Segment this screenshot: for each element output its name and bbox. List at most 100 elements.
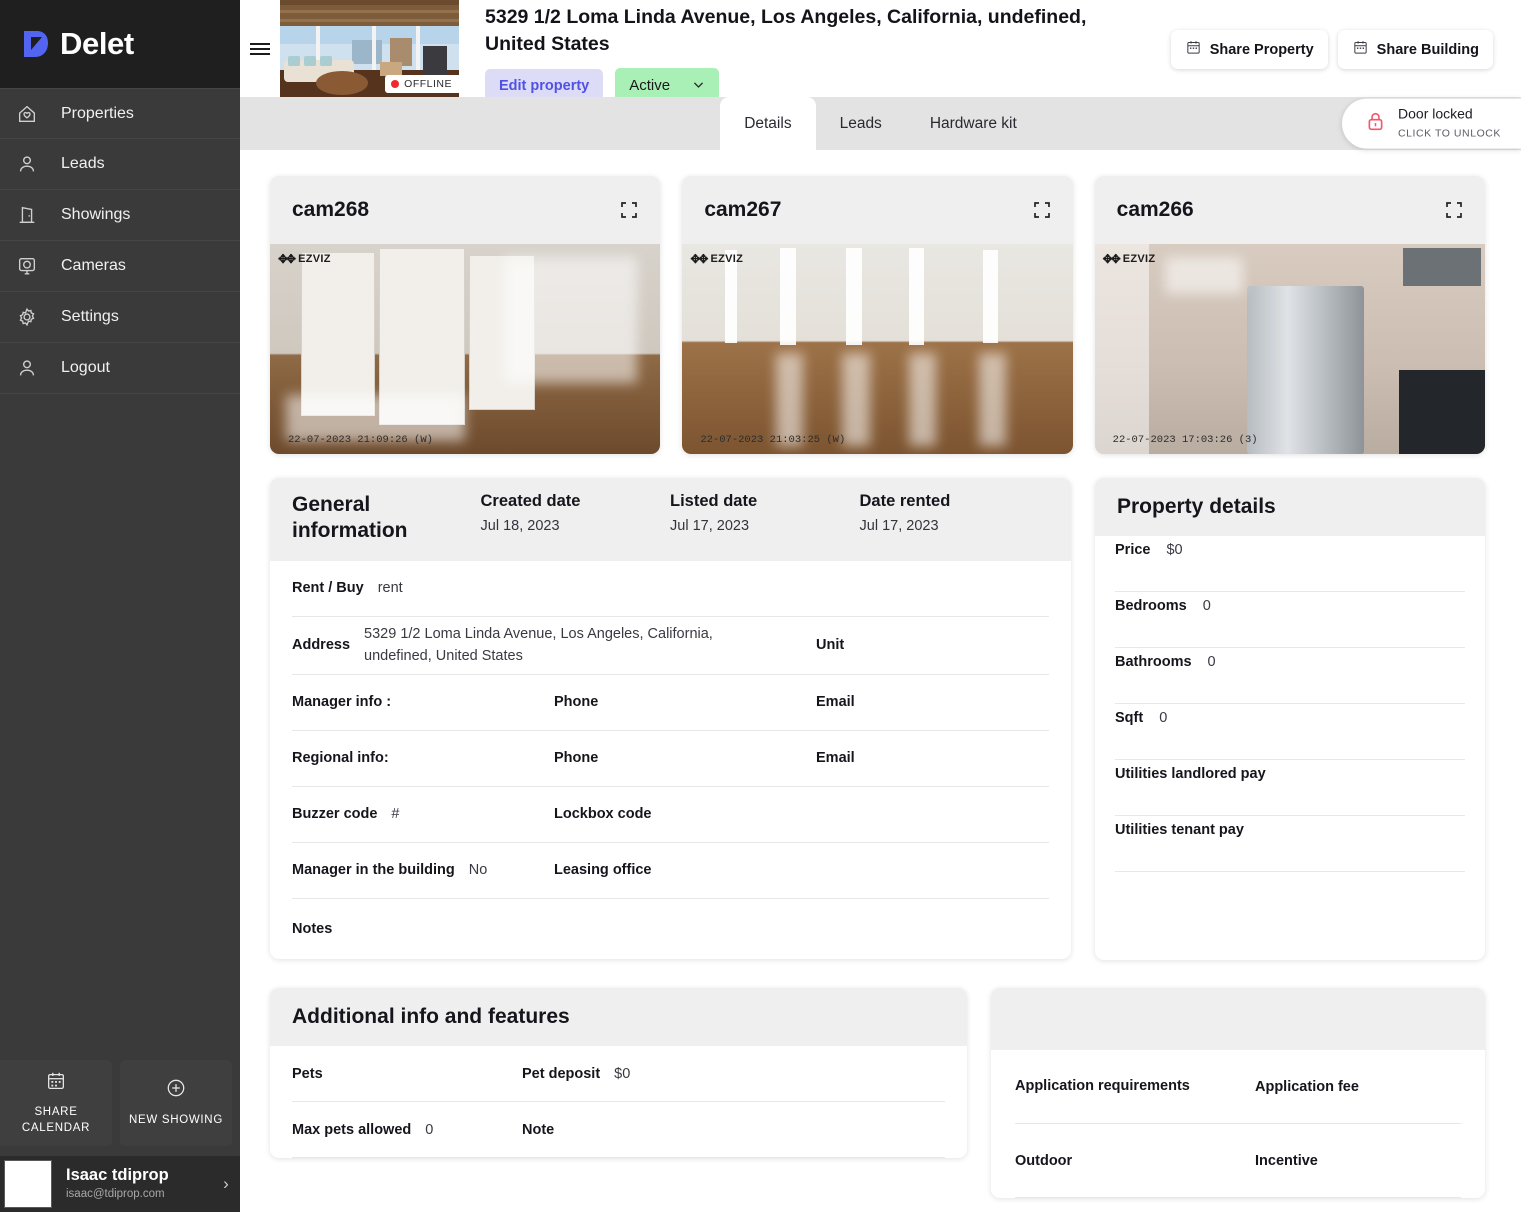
ezviz-mark-icon: ✥✥	[690, 252, 706, 266]
sqft-value: 0	[1159, 710, 1167, 726]
sidebar-item-label: Settings	[61, 308, 119, 326]
sidebar-quick-actions: SHARE CALENDAR NEW SHOWING	[0, 1060, 240, 1156]
incentive-cell: Incentive	[1255, 1152, 1461, 1170]
page-title: 5329 1/2 Loma Linda Avenue, Los Angeles,…	[485, 4, 1125, 57]
sidebar-nav: Properties Leads	[0, 88, 240, 394]
share-calendar-label: SHARE CALENDAR	[0, 1105, 112, 1136]
sidebar-item-logout[interactable]: Logout	[0, 343, 240, 394]
detail-row-bathrooms: Bathrooms 0	[1115, 648, 1465, 704]
camera-feed[interactable]: ✥✥ EZVIZ 22-07-2023 21:09:26 (W)	[270, 244, 660, 454]
profile-bar[interactable]: Isaac tdiprop isaac@tdiprop.com ›	[0, 1156, 240, 1212]
field-row-application-requirements: Application requirements Application fee	[1015, 1050, 1461, 1124]
brand-name: Delet	[60, 26, 134, 62]
camera-card: cam267	[682, 176, 1072, 454]
lockbox-code-label: Lockbox code	[554, 806, 652, 822]
regional-phone-label: Phone	[554, 750, 598, 766]
additional-info-title: Additional info and features	[292, 1004, 945, 1030]
application-card: Application requirements Application fee…	[991, 988, 1485, 1198]
calendar-icon	[45, 1070, 67, 1098]
field-row-pets: Pets Pet deposit $0	[292, 1046, 945, 1102]
chevron-right-icon[interactable]: ›	[212, 1174, 240, 1194]
note-label: Note	[522, 1122, 554, 1138]
field-row-address: Address 5329 1/2 Loma Linda Avenue, Los …	[292, 617, 1049, 675]
bathrooms-value: 0	[1208, 654, 1216, 670]
sidebar-item-label: Properties	[61, 105, 134, 123]
tab-leads[interactable]: Leads	[816, 97, 906, 150]
general-information-header: General information Created date Jul 18,…	[270, 478, 1071, 561]
door-lock-title: Door locked	[1398, 105, 1473, 121]
sidebar-item-label: Leads	[61, 155, 105, 173]
address-value: 5329 1/2 Loma Linda Avenue, Los Angeles,…	[364, 623, 764, 668]
manager-info-cell: Manager info :	[292, 694, 554, 710]
hamburger-icon[interactable]	[240, 0, 280, 97]
rent-buy-cell: Rent / Buy rent	[292, 580, 554, 596]
ezviz-watermark: ✥✥ EZVIZ	[1103, 252, 1156, 266]
regional-info-cell: Regional info:	[292, 750, 554, 766]
share-property-button[interactable]: Share Property	[1171, 30, 1328, 69]
share-building-button[interactable]: Share Building	[1338, 30, 1493, 69]
buzzer-code-value: #	[391, 806, 399, 822]
notes-cell: Notes	[292, 921, 554, 937]
listed-date-block: Listed date Jul 17, 2023	[670, 492, 860, 534]
share-calendar-button[interactable]: SHARE CALENDAR	[0, 1060, 112, 1146]
expand-icon[interactable]	[1033, 201, 1051, 219]
new-showing-button[interactable]: NEW SHOWING	[120, 1060, 232, 1146]
brand-logo[interactable]: Delet	[0, 0, 240, 88]
camera-image	[270, 244, 660, 454]
sidebar-item-leads[interactable]: Leads	[0, 139, 240, 190]
price-label: Price	[1115, 542, 1150, 558]
share-building-label: Share Building	[1377, 42, 1479, 58]
sidebar-item-label: Cameras	[61, 257, 126, 275]
tab-bar: Details Leads Hardware kit Door locked C…	[240, 97, 1521, 150]
door-lock-status-button[interactable]: Door locked CLICK TO UNLOCK	[1342, 98, 1521, 149]
sidebar-item-showings[interactable]: Showings	[0, 190, 240, 241]
date-rented-block: Date rented Jul 17, 2023	[860, 492, 1050, 534]
door-lock-subtitle: CLICK TO UNLOCK	[1398, 127, 1501, 139]
pet-deposit-label: Pet deposit	[522, 1066, 600, 1082]
camera-card-header: cam267	[682, 176, 1072, 244]
share-button-group: Share Property Shar	[1171, 0, 1521, 69]
sqft-label: Sqft	[1115, 710, 1143, 726]
sidebar-item-label: Showings	[61, 206, 130, 224]
manager-in-building-cell: Manager in the building No	[292, 862, 554, 878]
created-date-block: Created date Jul 18, 2023	[481, 492, 671, 534]
regional-info-label: Regional info:	[292, 750, 389, 766]
sidebar-item-label: Logout	[61, 359, 110, 377]
details-content: cam268	[240, 150, 1521, 1198]
date-rented-value: Jul 17, 2023	[860, 518, 1050, 534]
leasing-office-label: Leasing office	[554, 862, 652, 878]
app-root: Delet Properties Le	[0, 0, 1521, 1212]
general-information-title: General information	[292, 492, 481, 545]
notes-label: Notes	[292, 921, 332, 937]
expand-icon[interactable]	[620, 201, 638, 219]
house-heart-icon	[10, 97, 44, 131]
pet-deposit-value: $0	[614, 1066, 630, 1082]
application-requirements-label: Application requirements	[1015, 1078, 1190, 1094]
tab-details[interactable]: Details	[720, 97, 815, 150]
sidebar-item-cameras[interactable]: Cameras	[0, 241, 240, 292]
manager-phone-cell: Phone	[554, 694, 816, 710]
buzzer-code-cell: Buzzer code #	[292, 806, 554, 822]
field-row-manager-info: Manager info : Phone Email	[292, 675, 1049, 731]
application-fee-cell: Application fee	[1255, 1078, 1461, 1096]
property-details-header: Property details	[1095, 478, 1485, 536]
camera-feed[interactable]: ✥✥ EZVIZ 22-07-2023 21:03:25 (W)	[682, 244, 1072, 454]
new-showing-label: NEW SHOWING	[129, 1113, 223, 1129]
tab-list: Details Leads Hardware kit	[720, 97, 1041, 150]
camera-timestamp: 22-07-2023 17:03:26 (3)	[1113, 434, 1258, 446]
sidebar-item-settings[interactable]: Settings	[0, 292, 240, 343]
regional-phone-cell: Phone	[554, 750, 816, 766]
delet-logo-icon	[22, 29, 50, 59]
pets-label: Pets	[292, 1066, 323, 1082]
bathrooms-label: Bathrooms	[1115, 654, 1192, 670]
camera-image	[682, 244, 1072, 454]
sidebar-item-properties[interactable]: Properties	[0, 88, 240, 139]
tab-hardware-kit[interactable]: Hardware kit	[906, 97, 1041, 150]
detail-row-bedrooms: Bedrooms 0	[1115, 592, 1465, 648]
expand-icon[interactable]	[1445, 201, 1463, 219]
regional-email-label: Email	[816, 750, 855, 766]
status-value: Active	[629, 77, 670, 94]
manager-email-cell: Email	[816, 694, 1049, 710]
camera-feed[interactable]: ✥✥ EZVIZ 22-07-2023 17:03:26 (3)	[1095, 244, 1485, 454]
property-thumbnail[interactable]: OFFLINE	[280, 0, 459, 97]
